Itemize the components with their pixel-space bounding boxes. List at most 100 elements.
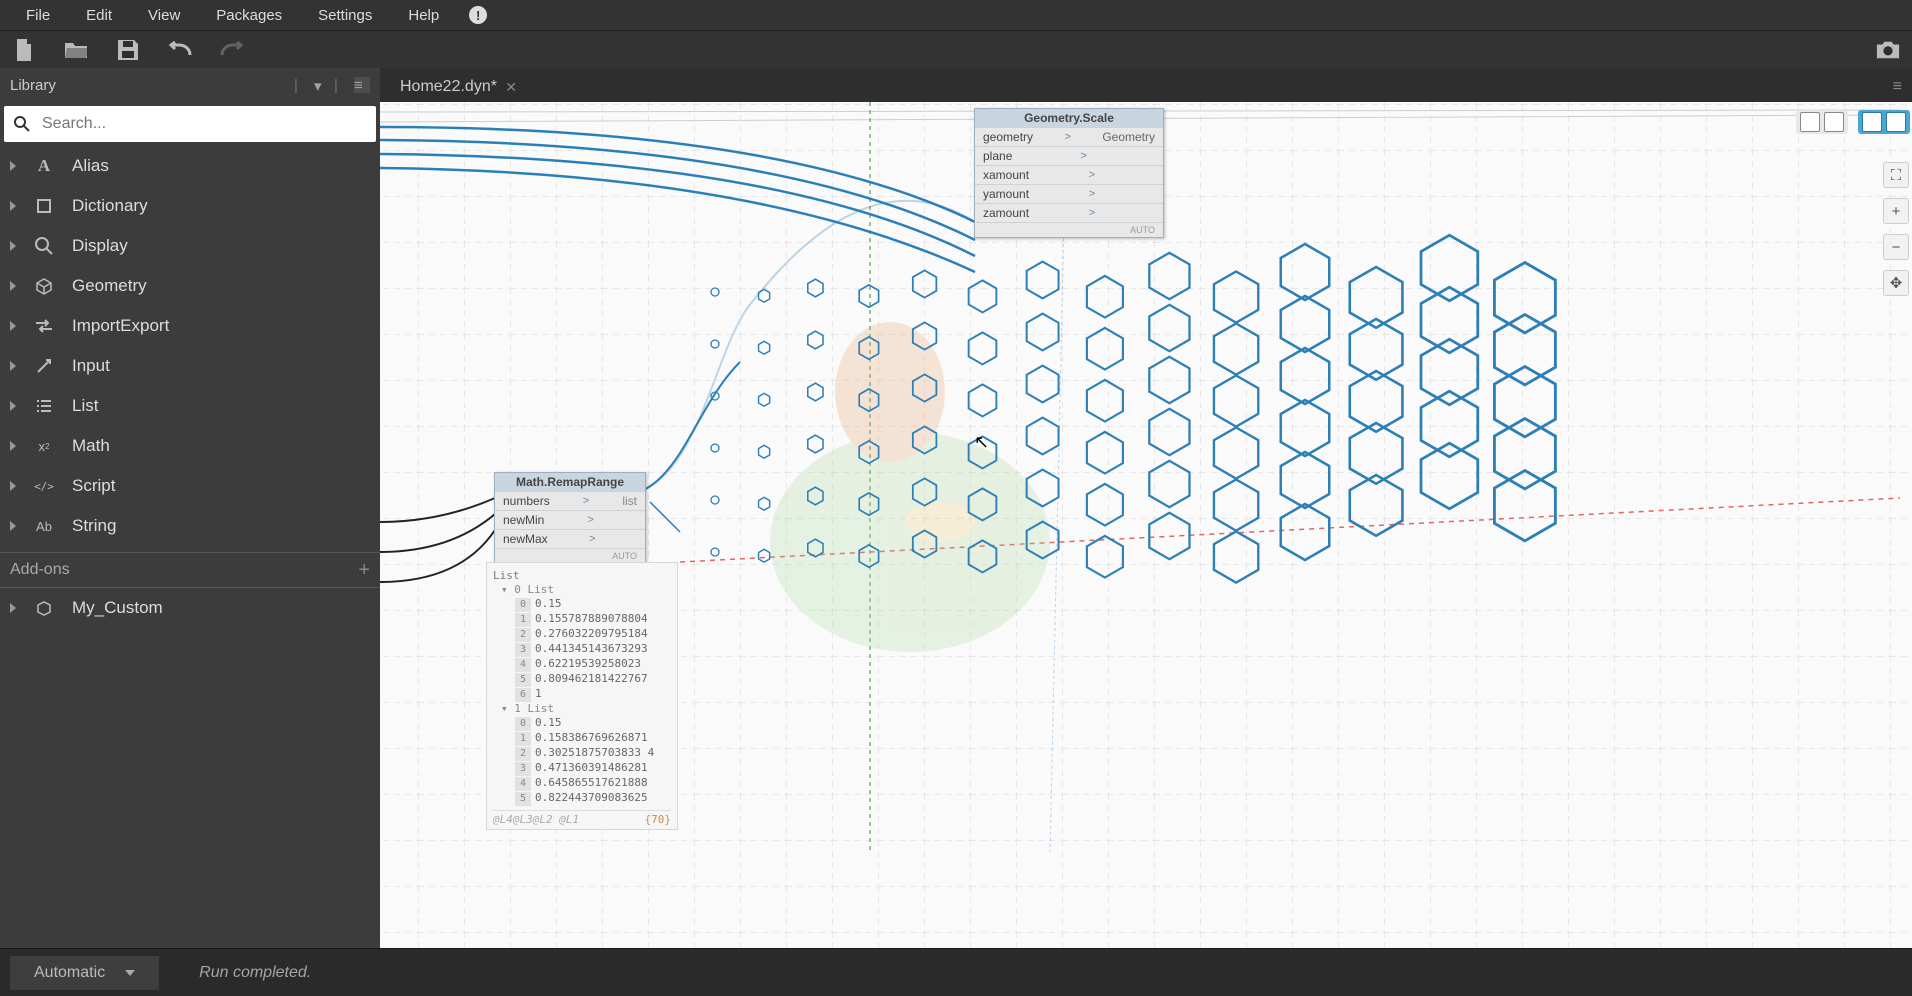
view-3d-icon <box>1800 112 1820 132</box>
category-display[interactable]: Display <box>0 226 380 266</box>
category-label: Dictionary <box>72 196 148 216</box>
save-icon[interactable] <box>116 38 140 62</box>
addons-header[interactable]: Add-ons + <box>0 552 380 588</box>
search-input[interactable] <box>40 114 366 134</box>
importexport-icon <box>34 316 54 336</box>
category-math[interactable]: x2 Math <box>0 426 380 466</box>
view-mode-switcher <box>1796 110 1910 134</box>
view-3d-icon-2 <box>1824 112 1844 132</box>
menu-packages[interactable]: Packages <box>198 7 300 24</box>
output-port-geometry[interactable]: Geometry <box>1102 130 1155 144</box>
input-icon <box>34 356 54 376</box>
run-mode-selector[interactable]: Automatic <box>10 956 159 990</box>
category-label: Geometry <box>72 276 147 296</box>
navigation-tools: ⛶ + − ✥ <box>1883 162 1909 296</box>
node-geometry-scale[interactable]: Geometry.Scale geometry>Geometry plane> … <box>974 108 1164 238</box>
geometry-icon <box>34 276 54 296</box>
status-bar: Automatic Run completed. <box>0 948 1912 996</box>
input-port-numbers[interactable]: numbers <box>503 494 550 508</box>
add-addon-icon[interactable]: + <box>358 559 370 582</box>
input-port-plane[interactable]: plane <box>983 149 1012 163</box>
category-importexport[interactable]: ImportExport <box>0 306 380 346</box>
preview-sublist-1: 1 List <box>514 702 554 715</box>
string-icon: Ab <box>34 516 54 536</box>
search-icon <box>14 116 30 132</box>
node-math-remaprange[interactable]: Math.RemapRange numbers>list newMin> new… <box>494 472 646 564</box>
input-port-newmin[interactable]: newMin <box>503 513 544 527</box>
tab-label: Home22.dyn* <box>400 78 497 95</box>
menu-bar: File Edit View Packages Settings Help ! <box>0 0 1912 30</box>
search-box[interactable] <box>4 106 376 142</box>
run-mode-label: Automatic <box>34 964 105 982</box>
view-list-icon[interactable]: ≡ <box>354 77 370 93</box>
view-graph-icon <box>1862 112 1882 132</box>
preview-levels: @L4@L3@L2 @L1 <box>493 813 579 827</box>
category-alias[interactable]: AAlias <box>0 146 380 186</box>
addons-label: Add-ons <box>10 561 70 579</box>
input-port-xamount[interactable]: xamount <box>983 168 1029 182</box>
category-label: Input <box>72 356 110 376</box>
menu-settings[interactable]: Settings <box>300 7 390 24</box>
lacing-label: AUTO <box>1130 225 1155 235</box>
view-graph-group[interactable] <box>1858 110 1910 134</box>
chevron-down-icon <box>125 970 135 976</box>
close-tab-icon[interactable]: ✕ <box>505 79 517 96</box>
zoom-in-icon[interactable]: + <box>1883 198 1909 224</box>
category-label: Script <box>72 476 115 496</box>
category-geometry[interactable]: Geometry <box>0 266 380 306</box>
open-file-icon[interactable] <box>64 38 88 62</box>
camera-icon[interactable] <box>1876 38 1900 62</box>
input-port-newmax[interactable]: newMax <box>503 532 548 546</box>
node-title: Geometry.Scale <box>975 109 1163 127</box>
category-input[interactable]: Input <box>0 346 380 386</box>
input-port-zamount[interactable]: zamount <box>983 206 1029 220</box>
addon-my-custom[interactable]: My_Custom <box>0 588 380 628</box>
preview-sublist-0: 0 List <box>514 583 554 596</box>
alert-icon[interactable]: ! <box>469 6 487 24</box>
category-script[interactable]: </> Script <box>0 466 380 506</box>
redo-icon <box>220 38 244 62</box>
fit-view-icon[interactable]: ⛶ <box>1883 162 1909 188</box>
output-port-list[interactable]: list <box>622 494 637 508</box>
mouse-cursor: ↖ <box>974 432 989 453</box>
undo-icon[interactable] <box>168 38 192 62</box>
menu-file[interactable]: File <box>8 7 68 24</box>
node-output-preview[interactable]: List ▾ 0 List 00.1510.15578788907880420.… <box>486 562 678 830</box>
library-panel: Library | ▾ | ≡ AAlias Dictionary Displa… <box>0 68 380 948</box>
input-port-yamount[interactable]: yamount <box>983 187 1029 201</box>
preview-root: List <box>493 569 671 583</box>
zoom-out-icon[interactable]: − <box>1883 234 1909 260</box>
node-title: Math.RemapRange <box>495 473 645 491</box>
category-string[interactable]: Ab String <box>0 506 380 546</box>
view-graph-icon-2 <box>1886 112 1906 132</box>
category-label: Math <box>72 436 110 456</box>
package-icon <box>34 598 54 618</box>
input-port-geometry[interactable]: geometry <box>983 130 1033 144</box>
category-label: String <box>72 516 116 536</box>
view-filter-icon[interactable]: ▾ <box>314 77 330 93</box>
addon-label: My_Custom <box>72 598 163 618</box>
category-label: Alias <box>72 156 109 176</box>
category-label: Display <box>72 236 128 256</box>
lacing-label: AUTO <box>612 551 637 561</box>
menu-edit[interactable]: Edit <box>68 7 130 24</box>
run-status-message: Run completed. <box>199 964 311 982</box>
category-list[interactable]: List <box>0 386 380 426</box>
workspace-tab[interactable]: Home22.dyn* ✕ <box>386 72 525 102</box>
menu-help[interactable]: Help <box>390 7 457 24</box>
menu-view[interactable]: View <box>130 7 198 24</box>
library-title: Library <box>10 77 56 94</box>
view-3d-group[interactable] <box>1796 110 1848 134</box>
workspace-menu-icon[interactable]: ≡ <box>1883 72 1912 102</box>
tab-bar: Home22.dyn* ✕ ≡ <box>380 68 1912 102</box>
math-icon: x2 <box>34 436 54 456</box>
category-dictionary[interactable]: Dictionary <box>0 186 380 226</box>
display-icon <box>34 236 54 256</box>
graph-canvas[interactable]: ⛶ + − ✥ Math.RemapRange numbers>list new… <box>380 102 1912 948</box>
new-file-icon[interactable] <box>12 38 36 62</box>
list-icon <box>34 396 54 416</box>
script-icon: </> <box>34 476 54 496</box>
library-view-toggles[interactable]: | ▾ | ≡ <box>294 77 370 93</box>
pan-icon[interactable]: ✥ <box>1883 270 1909 296</box>
category-label: List <box>72 396 98 416</box>
